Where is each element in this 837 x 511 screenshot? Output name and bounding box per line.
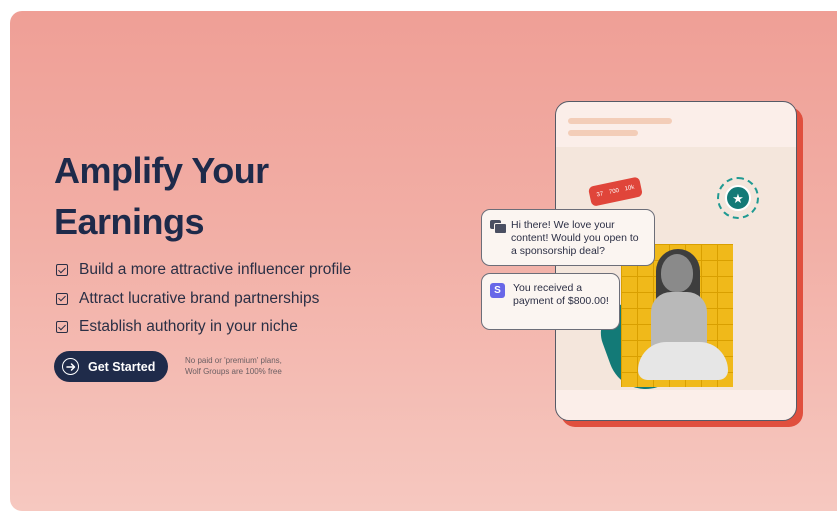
headline-line-1: Amplify Your	[54, 150, 269, 191]
feature-item: Build a more attractive influencer profi…	[56, 256, 351, 285]
hero-section: Amplify Your Earnings Build a more attra…	[10, 11, 837, 511]
get-started-button[interactable]: Get Started	[54, 351, 168, 382]
feature-text: Build a more attractive influencer profi…	[79, 261, 352, 279]
placeholder-line	[568, 118, 672, 124]
note-line-1: No paid or 'premium' plans,	[185, 356, 282, 365]
get-started-label: Get Started	[88, 359, 156, 374]
payment-notification-bubble: S You received a payment of $800.00!	[481, 273, 620, 330]
headline-line-2: Earnings	[54, 201, 205, 242]
checkbox-icon	[56, 321, 68, 334]
influencer-face	[661, 254, 693, 292]
stripe-icon: S	[490, 283, 505, 298]
sponsorship-message-bubble: Hi there! We love your content! Would yo…	[481, 209, 655, 266]
sponsorship-message-text: Hi there! We love your content! Would yo…	[511, 219, 639, 257]
influencer-legs	[638, 342, 728, 380]
arrow-right-icon	[62, 358, 79, 375]
like-count: 700	[608, 187, 620, 196]
feature-list: Build a more attractive influencer profi…	[56, 256, 351, 342]
illustration-scene	[556, 147, 796, 400]
placeholder-line	[568, 130, 638, 136]
note-line-2: Wolf Groups are 100% free	[185, 367, 282, 376]
payment-message-text: You received a payment of $800.00!	[513, 282, 609, 307]
follower-count: 10k	[624, 184, 636, 193]
star-icon: ★	[725, 185, 751, 211]
checkbox-icon	[56, 292, 68, 305]
checkbox-icon	[56, 264, 68, 277]
free-plan-note: No paid or 'premium' plans, Wolf Groups …	[185, 355, 282, 377]
feature-item: Establish authority in your niche	[56, 313, 351, 342]
chat-icon	[490, 220, 507, 234]
feature-item: Attract lucrative brand partnerships	[56, 285, 351, 314]
feature-text: Attract lucrative brand partnerships	[79, 289, 320, 307]
hero-headline: Amplify Your Earnings	[54, 145, 269, 247]
feature-text: Establish authority in your niche	[79, 318, 298, 336]
comment-count: 37	[596, 191, 605, 199]
